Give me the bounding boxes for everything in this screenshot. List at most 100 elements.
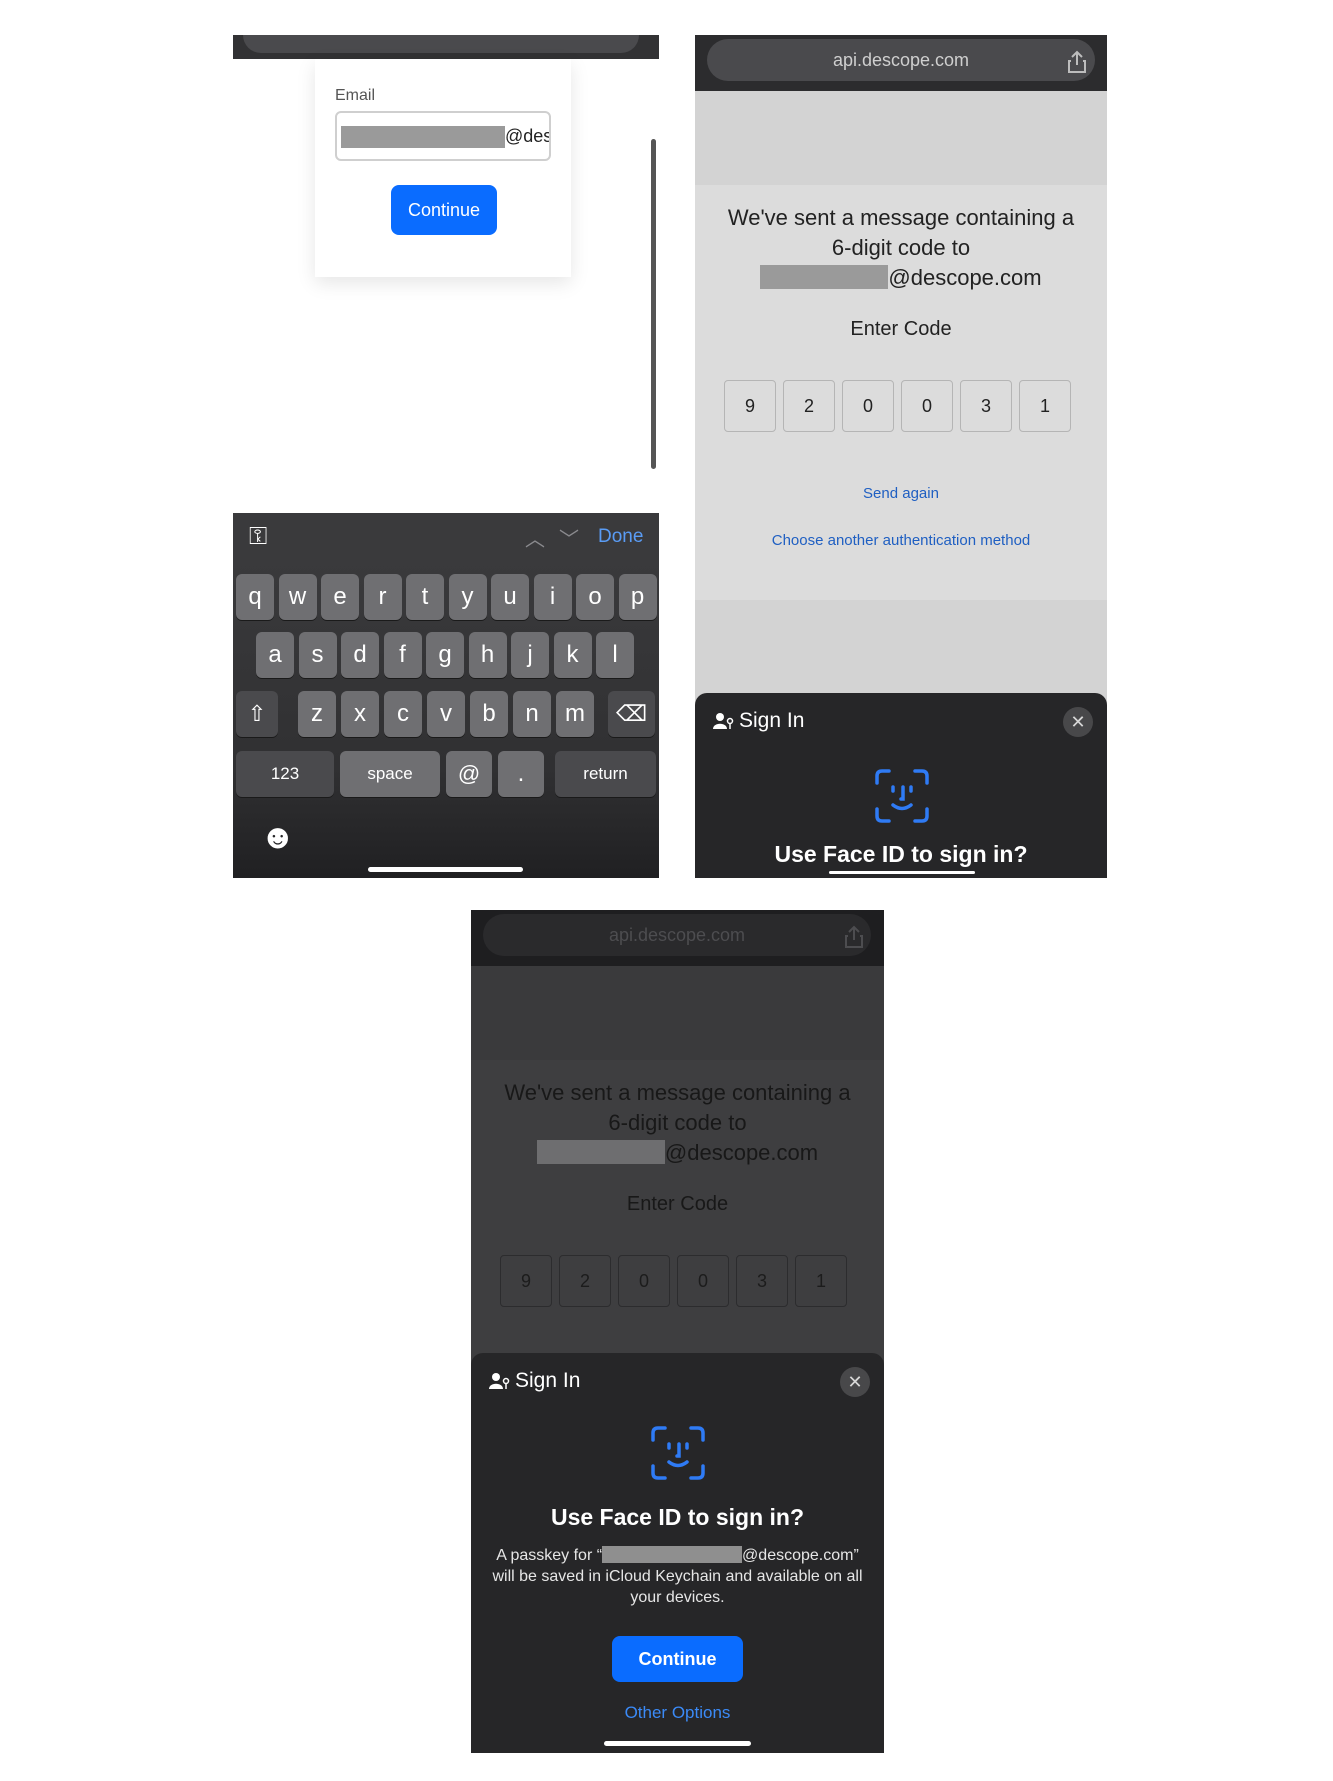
key-y[interactable]: y (448, 574, 487, 620)
continue-button[interactable]: Continue (612, 1636, 743, 1682)
key-c[interactable]: c (384, 691, 422, 737)
key-n[interactable]: n (513, 691, 551, 737)
redacted-email (602, 1546, 743, 1563)
address-bar[interactable]: api.descope.com (483, 914, 871, 956)
key-i[interactable]: i (533, 574, 572, 620)
key-j[interactable]: j (511, 632, 549, 678)
key-t[interactable]: t (406, 574, 444, 620)
person-key-icon (489, 1373, 510, 1389)
shift-key[interactable]: ⇧ (236, 691, 278, 737)
message-line-1: We've sent a message containing a (504, 1080, 851, 1105)
share-icon[interactable] (1067, 50, 1087, 74)
home-indicator (368, 867, 523, 872)
space-key[interactable]: space (340, 751, 440, 797)
email-label: Email (335, 87, 376, 104)
key-o[interactable]: o (576, 574, 614, 620)
key-l[interactable]: l (596, 632, 634, 678)
message-line-2: 6-digit code to (608, 1110, 747, 1135)
other-options-link[interactable]: Other Options (471, 1703, 884, 1723)
redacted-email (536, 1140, 665, 1164)
code-digit-2[interactable]: 2 (783, 380, 835, 432)
close-button[interactable]: ✕ (1063, 707, 1093, 737)
dialog-title-text: Sign In (739, 709, 805, 732)
emoji-icon[interactable]: ☻ (260, 818, 296, 857)
url-text: api.descope.com (832, 49, 970, 70)
url-text: api.descope.com (608, 924, 746, 945)
key-e[interactable]: e (321, 574, 359, 620)
email-suffix: @descope.com (664, 1140, 819, 1165)
code-digit-5[interactable]: 3 (736, 1255, 788, 1307)
chevron-up-icon[interactable]: ︿ (525, 523, 545, 552)
key-x[interactable]: x (341, 691, 379, 737)
email-field[interactable]: @des (335, 111, 551, 161)
key-f[interactable]: f (383, 632, 422, 678)
key-b[interactable]: b (470, 691, 508, 737)
redacted-email (341, 126, 505, 148)
key-m[interactable]: m (556, 691, 594, 737)
share-icon[interactable] (844, 925, 864, 949)
key-v[interactable]: v (427, 691, 465, 737)
email-field-value: @des (505, 126, 551, 146)
continue-button[interactable]: Continue (391, 185, 497, 235)
key-d[interactable]: d (341, 632, 379, 678)
done-button[interactable]: Done (598, 526, 643, 548)
code-digit-6[interactable]: 1 (1019, 380, 1071, 432)
key-k[interactable]: k (553, 632, 592, 678)
key-z[interactable]: z (298, 691, 336, 737)
person-key-icon (713, 713, 734, 729)
code-digit-3[interactable]: 0 (842, 380, 894, 432)
backspace-key[interactable]: ⌫ (608, 691, 655, 737)
key-a[interactable]: a (256, 632, 294, 678)
close-button[interactable]: ✕ (840, 1367, 870, 1397)
passkey-description-line-2: will be saved in iCloud Keychain and ava… (492, 1568, 863, 1585)
key-h[interactable]: h (468, 632, 507, 678)
key-r[interactable]: r (363, 574, 402, 620)
browser-top-bar: api.descope.com (471, 910, 884, 966)
enter-code-label: Enter Code (626, 1193, 729, 1215)
home-indicator (604, 1741, 751, 1746)
key-icon[interactable]: ⚿ (249, 523, 267, 551)
address-bar[interactable] (243, 35, 639, 53)
address-bar[interactable]: api.descope.com (707, 39, 1095, 81)
key-q[interactable]: q (236, 574, 274, 620)
desc-prefix: A passkey for “ (496, 1547, 603, 1564)
passkey-description-line-1: A passkey for “ @descope.com” (471, 1545, 884, 1566)
code-digit-1[interactable]: 9 (724, 380, 776, 432)
email-suffix: @descope.com (888, 265, 1042, 290)
dialog-title: Sign In (713, 709, 804, 733)
chevron-down-icon[interactable]: ﹀ (559, 523, 579, 552)
code-digit-1[interactable]: 9 (500, 1255, 552, 1307)
return-key[interactable]: return (555, 751, 656, 797)
code-digit-3[interactable]: 0 (618, 1255, 670, 1307)
scrollbar[interactable] (651, 139, 656, 469)
key-p[interactable]: p (618, 574, 657, 620)
code-digit-4[interactable]: 0 (677, 1255, 729, 1307)
numbers-key[interactable]: 123 (236, 751, 334, 797)
key-w[interactable]: w (278, 574, 317, 620)
code-digit-5[interactable]: 3 (960, 380, 1012, 432)
passkey-prompt-screen: api.descope.com We've sent a message con… (471, 910, 884, 1753)
key-s[interactable]: s (298, 632, 337, 678)
key-u[interactable]: u (491, 574, 529, 620)
dot-key[interactable]: . (498, 751, 544, 797)
enter-code-label: Enter Code (850, 318, 952, 340)
home-indicator (829, 871, 975, 874)
browser-top-bar: api.descope.com (695, 35, 1107, 91)
at-key[interactable]: @ (446, 751, 492, 797)
code-digit-4[interactable]: 0 (901, 380, 953, 432)
key-g[interactable]: g (426, 632, 464, 678)
email-entry-screen: Email @des Continue ⚿ ︿ ﹀ Done ⇧ ⌫ 123 s… (233, 35, 659, 878)
verification-screen: api.descope.com We've sent a message con… (695, 35, 1107, 878)
code-digit-6[interactable]: 1 (795, 1255, 847, 1307)
face-id-dialog: Sign In ✕ Use Face ID to sign in? (695, 693, 1107, 878)
message-line-2: 6-digit code to (831, 235, 971, 260)
code-digit-2[interactable]: 2 (559, 1255, 611, 1307)
dialog-heading: Use Face ID to sign in? (774, 841, 1028, 867)
keyboard-accessory-bar: ⚿ ︿ ﹀ Done (233, 513, 659, 561)
face-id-dialog: Sign In ✕ Use Face ID to sign in? A pass… (471, 1353, 884, 1753)
message-email: @descope.com (471, 1138, 884, 1168)
face-id-icon (875, 769, 929, 823)
redacted-email (760, 265, 889, 289)
choose-another-method-link[interactable]: Choose another authentication method (695, 532, 1107, 549)
send-again-link[interactable]: Send again (695, 485, 1107, 502)
